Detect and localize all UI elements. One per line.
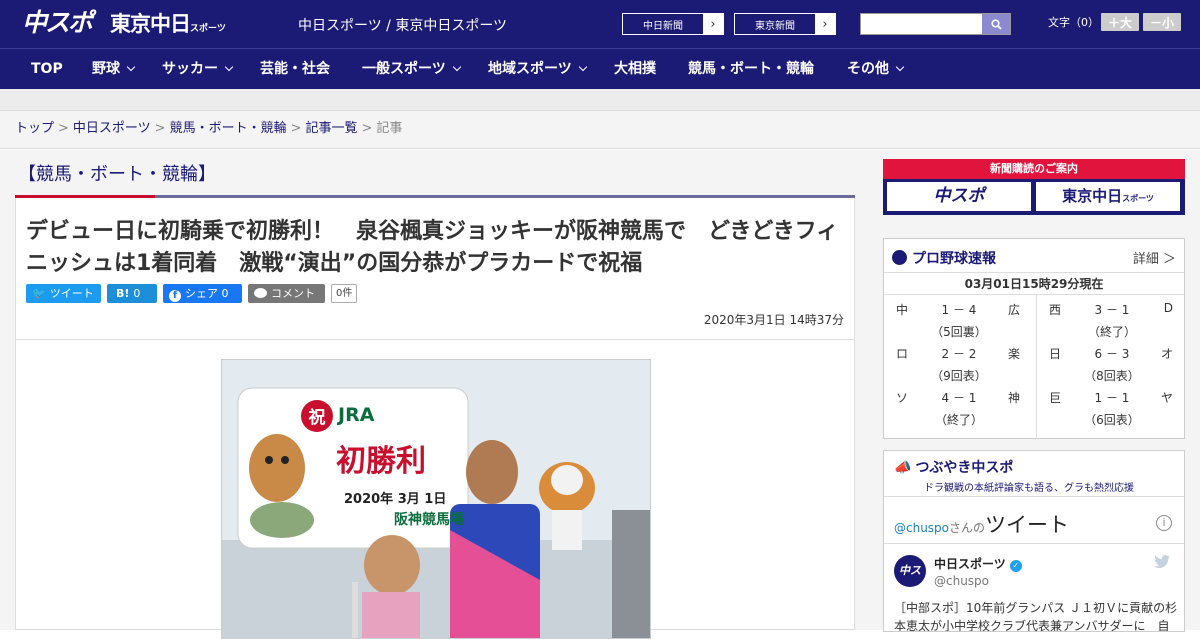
site-links[interactable]: 中日スポーツ / 東京中日スポーツ [298,15,507,35]
hatena-bookmark-button[interactable]: B! 0 [107,284,157,303]
tokyo-shimbun-button[interactable]: 東京新聞 › [734,13,836,35]
breadcrumb-article-list[interactable]: 記事一覧 [306,121,358,136]
twitter-box: 📣 つぶやき中スポ ドラ観戦の本紙評論家も語る、グラも熱烈応援 @chuspoさん… [883,450,1185,632]
category-heading: 【競馬・ボート・競輪】 [18,164,216,185]
chevron-down-icon [452,62,461,72]
chevron-down-icon [895,62,905,72]
tweet-megaphone-icon: 📣 [894,460,912,476]
baseball-icon [892,250,907,265]
article-date: 2020年3月1日 14時37分 [703,313,844,327]
game-score[interactable]: ソ4 － 1 神（終了） [884,383,1034,427]
tweet-text: ［中部スポ］10年前グランパス Ｊ１初Ｖに貢献の杉本恵太が小中学校クラブ代表兼ア… [894,601,1178,632]
game-score[interactable]: ロ2 － 2 楽（9回表） [884,339,1034,383]
sign-venue: 阪神競馬場 [394,512,464,528]
breadcrumb-chunichi-sports[interactable]: 中日スポーツ [73,121,151,136]
twitter-box-subtitle[interactable]: ドラ観戦の本紙評論家も語る、グラも熱烈応援 [924,479,1134,494]
chevron-right-icon: › [815,14,835,34]
game-scores: 中1 － 4 広（5回裏） ロ2 － 2 楽（9回表） ソ4 － 1 神（終了） 西3… [884,295,1184,439]
search-icon [990,18,1002,30]
breadcrumb-current: 記事 [376,121,403,136]
nav-keiba[interactable]: 競馬・ボート・競輪 [688,49,814,90]
tweet-author-handle[interactable]: @chuspo [934,574,989,588]
nav-general-sports[interactable]: 一般スポーツ [362,49,461,90]
subscription-header: 新聞購読のご案内 [990,162,1078,175]
comment-count: 0件 [331,284,358,303]
tweet-author-name[interactable]: 中日スポーツ ✓ [934,555,1022,572]
twitter-box-title: 📣 つぶやき中スポ [894,460,1014,476]
breadcrumb: トップ > 中日スポーツ > 競馬・ボート・競輪 > 記事一覧 > 記事 [0,111,1200,149]
nav-baseball[interactable]: 野球 [92,49,136,90]
font-size-label: 文字（0） [1048,16,1099,29]
comment-button[interactable]: コメント [248,284,325,303]
avatar[interactable]: 中スポ [894,555,926,609]
nav-top[interactable]: TOP [31,49,63,90]
logo-tokyo-chunichi: 東京中日スポーツ [110,12,226,36]
article-photo[interactable]: 祝 JRA 初勝利 2020年 3月 1日 阪神競馬場 [221,359,651,639]
top-bar: 中スポ 東京中日スポーツ 中日スポーツ / 東京中日スポーツ 中日新聞 › 東京… [0,0,1200,48]
chunichi-shimbun-button[interactable]: 中日新聞 › [622,13,724,35]
facebook-icon: f [169,290,181,302]
facebook-share-button[interactable]: f シェア 0 [163,284,242,303]
sign-org: JRA [338,404,375,426]
game-score[interactable]: 巨1 － 1 ヤ（6回表） [1037,383,1187,427]
nav-others[interactable]: その他 [847,49,905,90]
twitter-bird-icon: 🐦 [32,287,46,300]
nav-soccer[interactable]: サッカー [162,49,234,90]
nav-local-sports[interactable]: 地域スポーツ [488,49,587,90]
main-nav: TOP 野球 サッカー 芸能・社会 一般スポーツ 地域スポーツ 大相撲 競馬・ボ… [0,48,1200,89]
sign-title: 初勝利 [336,444,426,479]
font-bigger-button[interactable]: ＋大 [1101,13,1139,31]
speech-bubble-icon [254,288,267,298]
twitter-handle-link[interactable]: @chuspo [894,521,949,535]
pro-baseball-time: 03月01日15時29分現在 [884,273,1184,295]
info-icon[interactable]: i [1156,515,1172,531]
twitter-bird-icon[interactable] [1154,555,1170,569]
search-input[interactable] [861,14,983,34]
article-headline: デビュー日に初騎乗で初勝利！ 泉谷楓真ジョッキーが阪神競馬で どきどきフィニッシ… [26,219,839,276]
article: デビュー日に初騎乗で初勝利！ 泉谷楓真ジョッキーが阪神競馬で どきどきフィニッシ… [15,198,855,639]
hatena-icon: B! [116,287,130,300]
logo-chuspo: 中スポ [22,8,93,37]
twitter-timeline-heading: @chuspoさんのツイート [894,513,1070,537]
sign-badge: 祝 [308,408,326,428]
subscribe-tokyo-chunichi-button[interactable]: 東京中日スポーツ [1036,182,1180,211]
nav-sumo[interactable]: 大相撲 [614,49,656,90]
pro-baseball-box: プロ野球速報 詳細 ＞ 03月01日15時29分現在 中1 － 4 広（5回裏） … [883,238,1185,439]
verified-icon: ✓ [1009,560,1022,572]
pro-baseball-title: プロ野球速報 [892,248,996,268]
chevron-down-icon [578,62,587,72]
subscribe-chuspo-button[interactable]: 中スポ [887,182,1031,211]
pro-baseball-detail-link[interactable]: 詳細 ＞ [1133,248,1176,267]
breadcrumb-keiba[interactable]: 競馬・ボート・競輪 [170,121,287,136]
ad-stripe [0,89,1200,111]
game-score[interactable]: 中1 － 4 広（5回裏） [884,295,1034,339]
game-score[interactable]: 西3 － 1 D （終了） [1037,295,1187,339]
game-score[interactable]: 日6 － 3 オ（8回表） [1037,339,1187,383]
subscription-banner[interactable]: 新聞購読のご案内 中スポ 東京中日スポーツ [883,159,1185,215]
nav-entertainment[interactable]: 芸能・社会 [260,49,330,90]
chevron-right-icon: › [703,14,723,34]
search-box [860,13,1011,35]
tweet-button[interactable]: 🐦 ツイート [26,284,101,303]
chevron-down-icon [224,62,234,72]
chevron-down-icon [126,62,136,72]
breadcrumb-top[interactable]: トップ [15,121,54,136]
search-button[interactable] [982,14,1010,34]
sign-date: 2020年 3月 1日 [344,492,447,507]
font-smaller-button[interactable]: －小 [1143,13,1181,31]
